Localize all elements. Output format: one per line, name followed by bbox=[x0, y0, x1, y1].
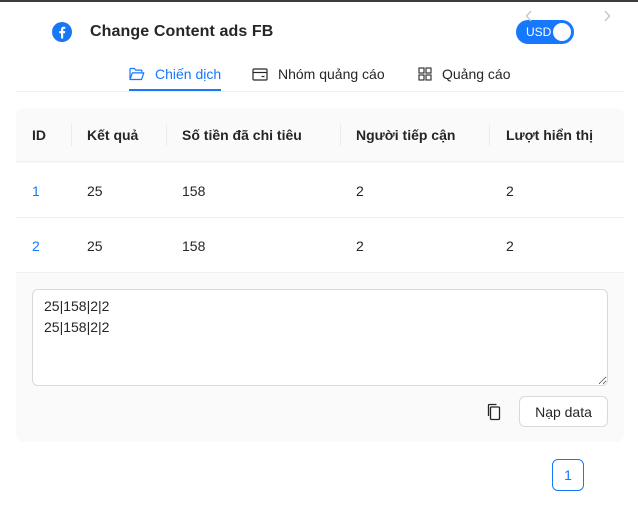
window-top-border bbox=[0, 0, 638, 2]
column-divider bbox=[340, 124, 341, 146]
copy-icon[interactable] bbox=[486, 403, 502, 421]
tab-label: Chiến dịch bbox=[155, 66, 222, 82]
folder-open-icon bbox=[129, 67, 145, 81]
table-row: 1 25 158 2 2 bbox=[16, 163, 624, 218]
currency-toggle-label: USD bbox=[526, 25, 552, 39]
cell-nguoi-tiep-can: 2 bbox=[356, 183, 364, 199]
tab-bar-divider bbox=[16, 91, 624, 92]
column-header-so-tien: Số tiền đã chi tiêu bbox=[182, 127, 302, 143]
pagination-prev-icon[interactable] bbox=[523, 8, 535, 24]
results-card: ID Kết quả Số tiền đã chi tiêu Người tiế… bbox=[16, 108, 624, 442]
cell-luot-hien-thi: 2 bbox=[506, 183, 514, 199]
grid-icon bbox=[418, 67, 432, 81]
cell-luot-hien-thi: 2 bbox=[506, 238, 514, 254]
tab-nhom-quang-cao[interactable]: Nhóm quảng cáo bbox=[252, 56, 385, 92]
column-divider bbox=[71, 124, 72, 146]
cell-so-tien: 158 bbox=[182, 238, 206, 254]
table-header: ID Kết quả Số tiền đã chi tiêu Người tiế… bbox=[16, 108, 624, 162]
facebook-icon bbox=[52, 22, 72, 42]
row-id-link[interactable]: 1 bbox=[32, 183, 40, 199]
tab-label: Quảng cáo bbox=[442, 66, 511, 82]
column-divider bbox=[489, 124, 490, 146]
table-row: 2 25 158 2 2 bbox=[16, 218, 624, 273]
header: Change Content ads FB USD bbox=[52, 20, 582, 46]
cell-so-tien: 158 bbox=[182, 183, 206, 199]
tab-chien-dich[interactable]: Chiến dịch bbox=[129, 56, 221, 92]
credit-card-icon bbox=[252, 67, 268, 81]
load-data-button[interactable]: Nạp data bbox=[519, 396, 608, 427]
tab-quang-cao[interactable]: Quảng cáo bbox=[418, 56, 511, 92]
cell-nguoi-tiep-can: 2 bbox=[356, 238, 364, 254]
column-divider bbox=[166, 124, 167, 146]
data-textarea[interactable] bbox=[32, 289, 608, 386]
column-header-nguoi-tiep-can: Người tiếp cận bbox=[356, 127, 456, 143]
toggle-knob bbox=[553, 23, 571, 41]
column-header-luot-hien-thi: Lượt hiển thị bbox=[506, 127, 593, 143]
tab-label: Nhóm quảng cáo bbox=[278, 66, 385, 82]
cell-ket-qua: 25 bbox=[87, 238, 103, 254]
column-header-id: ID bbox=[32, 127, 46, 143]
pagination-page-current[interactable]: 1 bbox=[552, 459, 584, 491]
app-title: Change Content ads FB bbox=[90, 23, 274, 40]
column-header-ket-qua: Kết quả bbox=[87, 127, 139, 143]
active-tab-indicator bbox=[129, 89, 221, 91]
tab-bar: Chiến dịch Nhóm quảng cáo Quảng cáo bbox=[0, 56, 638, 92]
row-id-link[interactable]: 2 bbox=[32, 238, 40, 254]
pagination-next-icon[interactable] bbox=[601, 8, 613, 24]
cell-ket-qua: 25 bbox=[87, 183, 103, 199]
